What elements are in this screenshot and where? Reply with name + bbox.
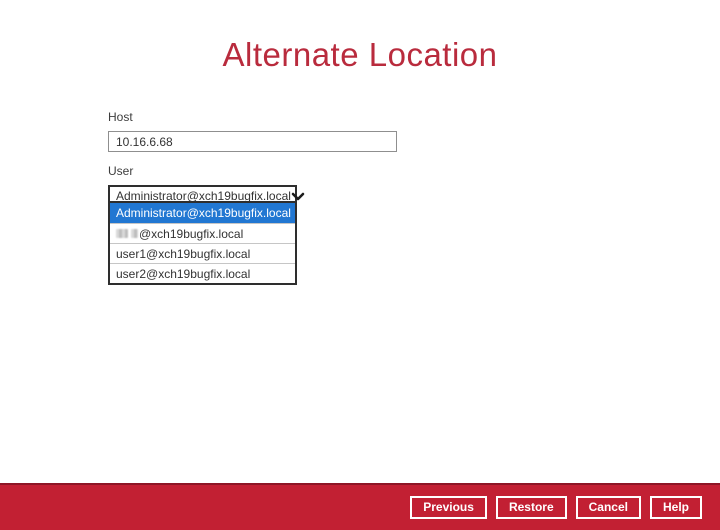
form-area: Host User Administrator@xch19bugfix.loca… [108,110,397,207]
user-dropdown-list: Administrator@xch19bugfix.local @xch19bu… [108,201,297,285]
host-label: Host [108,110,397,124]
user-option-user2[interactable]: user2@xch19bugfix.local [110,263,295,283]
cancel-button[interactable]: Cancel [576,496,641,519]
host-input[interactable] [108,131,397,152]
redacted-text [116,224,138,243]
chevron-down-icon [291,192,305,201]
alternate-location-page: Alternate Location Host User Administrat… [0,0,720,530]
help-button[interactable]: Help [650,496,702,519]
user-label: User [108,164,397,178]
user-option-administrator[interactable]: Administrator@xch19bugfix.local [110,203,295,223]
user-option-redacted[interactable]: @xch19bugfix.local [110,223,295,243]
restore-button[interactable]: Restore [496,496,567,519]
user-option-user1[interactable]: user1@xch19bugfix.local [110,243,295,263]
previous-button[interactable]: Previous [410,496,487,519]
footer-action-bar: Previous Restore Cancel Help [0,483,720,530]
page-title: Alternate Location [0,36,720,74]
user-option-redacted-label: @xch19bugfix.local [139,227,243,241]
